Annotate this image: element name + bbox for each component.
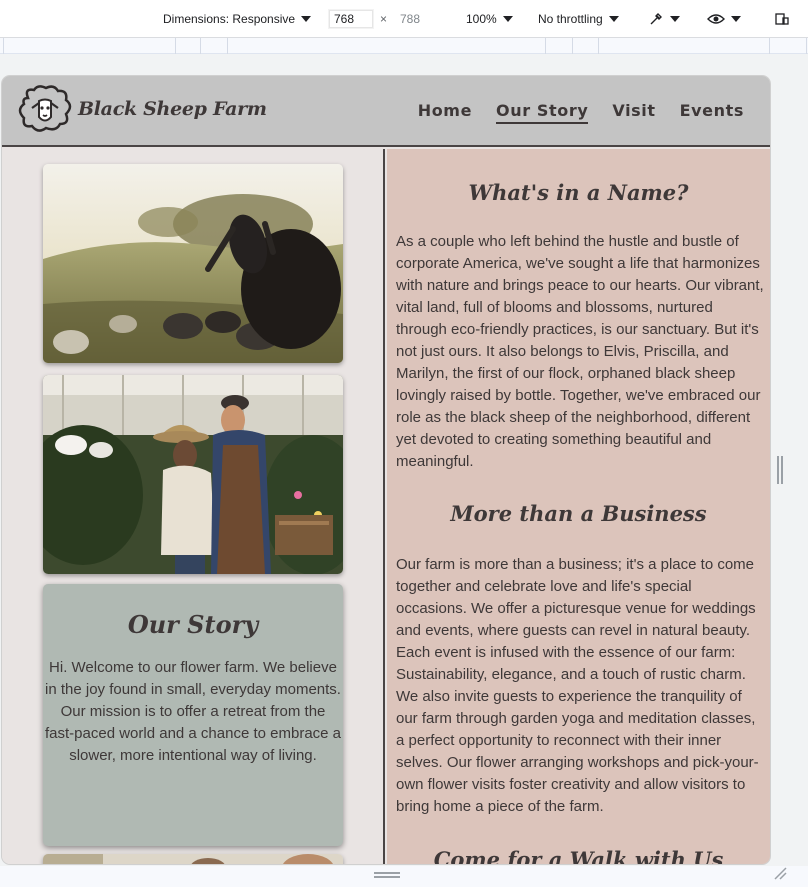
zoom-label: 100% bbox=[466, 12, 497, 26]
our-story-card: Our Story Hi. Welcome to our flower farm… bbox=[43, 584, 343, 846]
chevron-down-icon bbox=[301, 16, 312, 22]
nav-events[interactable]: Events bbox=[680, 101, 744, 124]
section-title-walk: Come for a Walk with Us bbox=[433, 847, 724, 864]
sensors-dropdown[interactable] bbox=[648, 0, 680, 38]
eye-icon bbox=[707, 14, 725, 24]
nav-visit[interactable]: Visit bbox=[612, 101, 655, 124]
sheep-logo-icon[interactable] bbox=[16, 84, 74, 136]
story-card-text: Hi. Welcome to our flower farm. We belie… bbox=[45, 659, 342, 764]
throttling-label: No throttling bbox=[538, 12, 603, 26]
main-nav: Home Our Story Visit Events bbox=[418, 101, 744, 124]
chevron-down-icon bbox=[608, 16, 619, 22]
left-column: Our Story Hi. Welcome to our flower farm… bbox=[2, 149, 385, 864]
devtools-bottom-bar bbox=[0, 866, 808, 887]
vision-dropdown[interactable] bbox=[707, 0, 741, 38]
section-title-name: What's in a Name? bbox=[468, 180, 689, 205]
resize-handle-right[interactable] bbox=[777, 456, 783, 484]
devtools-toolbar: Dimensions: Responsive 768 × 788 100% No… bbox=[0, 0, 808, 38]
zoom-dropdown[interactable]: 100% bbox=[466, 0, 513, 38]
farm-photo-partial bbox=[43, 854, 343, 864]
width-input[interactable]: 768 bbox=[329, 10, 373, 28]
right-column: What's in a Name? As a couple who left b… bbox=[387, 149, 770, 864]
section-title-business: More than a Business bbox=[450, 501, 707, 526]
nav-our-story[interactable]: Our Story bbox=[496, 101, 589, 124]
site-header: Black Sheep Farm Home Our Story Visit Ev… bbox=[2, 76, 770, 147]
chevron-down-icon bbox=[731, 16, 741, 22]
media-query-ruler bbox=[0, 38, 808, 54]
story-card-title: Our Story bbox=[127, 610, 259, 639]
rotate-device-icon bbox=[775, 13, 789, 25]
dimensions-label: Dimensions: Responsive bbox=[163, 12, 296, 26]
rotate-button[interactable] bbox=[774, 0, 790, 38]
chevron-down-icon bbox=[670, 16, 680, 22]
brand-name[interactable]: Black Sheep Farm bbox=[78, 98, 267, 120]
dimensions-dropdown[interactable]: Dimensions: Responsive bbox=[163, 0, 312, 38]
device-viewport: Black Sheep Farm Home Our Story Visit Ev… bbox=[2, 76, 770, 864]
throttling-dropdown[interactable]: No throttling bbox=[538, 0, 619, 38]
nav-home[interactable]: Home bbox=[418, 101, 472, 124]
height-input[interactable]: 788 bbox=[395, 10, 439, 28]
eyedropper-icon bbox=[650, 13, 662, 25]
greenhouse-couple-photo bbox=[43, 375, 343, 574]
times-separator: × bbox=[380, 12, 388, 26]
resize-handle-bottom[interactable] bbox=[374, 872, 400, 878]
section-text-name: As a couple who left behind the hustle a… bbox=[396, 233, 764, 470]
black-sheep-photo bbox=[43, 164, 343, 363]
resize-corner-icon[interactable] bbox=[773, 866, 787, 880]
section-text-business: Our farm is more than a business; it's a… bbox=[396, 556, 759, 815]
chevron-down-icon bbox=[502, 16, 513, 22]
